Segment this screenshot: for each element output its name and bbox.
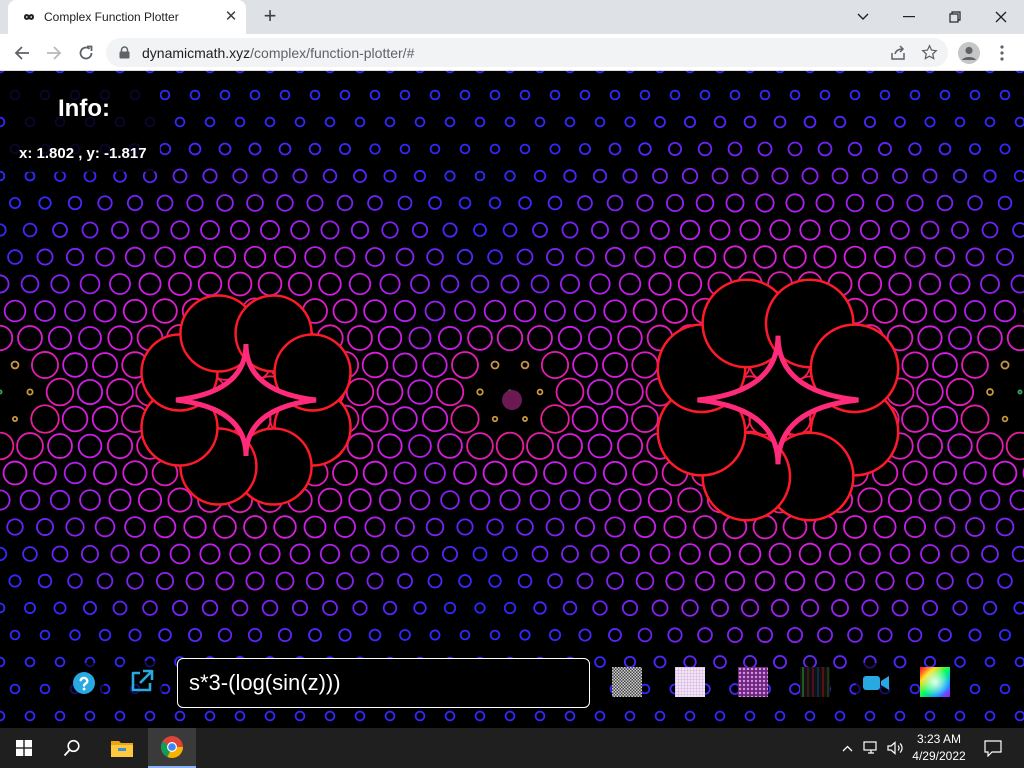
share-icon[interactable] — [890, 45, 906, 61]
video-camera-icon — [863, 676, 889, 690]
clock-time: 3:23 AM — [916, 732, 962, 746]
restore-icon[interactable] — [932, 0, 978, 34]
network-icon[interactable] — [860, 728, 882, 768]
texture-light-pink-grid-swatch[interactable] — [675, 667, 705, 697]
external-link-icon — [131, 669, 154, 692]
url-text: dynamicmath.xyz/complex/function-plotter… — [142, 45, 414, 61]
texture-grey-checker-swatch[interactable] — [612, 667, 642, 697]
minimize-icon[interactable] — [886, 0, 932, 34]
notification-icon[interactable] — [976, 728, 1010, 768]
back-arrow-icon[interactable] — [8, 39, 36, 67]
menu-kebab-icon[interactable] — [988, 39, 1016, 67]
browser-titlebar: Complex Function Plotter ✕ + — [0, 0, 1024, 34]
chrome-taskbar-icon[interactable] — [148, 728, 196, 768]
bookmark-star-icon[interactable] — [921, 44, 938, 61]
url-path: /complex/function-plotter/# — [250, 45, 415, 61]
control-bar — [60, 655, 965, 711]
info-panel: Info: x: 1.802 , y: -1.817 — [8, 80, 160, 172]
tab-close-icon[interactable]: ✕ — [222, 8, 240, 26]
browser-toolbar: dynamicmath.xyz/complex/function-plotter… — [0, 34, 1024, 71]
infinity-icon — [23, 14, 35, 20]
cursor-coordinates: x: 1.802 , y: -1.817 — [19, 145, 147, 162]
clock-date: 4/29/2022 — [912, 749, 966, 763]
address-bar[interactable]: dynamicmath.xyz/complex/function-plotter… — [106, 38, 948, 67]
browser-tab[interactable]: Complex Function Plotter ✕ — [8, 0, 246, 34]
function-input[interactable] — [177, 658, 590, 708]
lock-icon — [119, 46, 130, 59]
chevron-up-icon[interactable] — [838, 728, 856, 768]
tab-search-icon[interactable] — [840, 0, 886, 34]
forward-arrow-icon[interactable] — [40, 39, 68, 67]
color-wheel-swatch[interactable] — [920, 667, 950, 697]
new-tab-button[interactable]: + — [258, 5, 282, 29]
tab-title: Complex Function Plotter — [44, 10, 179, 24]
file-explorer-icon[interactable] — [98, 728, 146, 768]
system-clock[interactable]: 3:23 AM 4/29/2022 — [908, 731, 970, 765]
help-button[interactable] — [64, 663, 104, 703]
search-icon[interactable] — [48, 728, 96, 768]
close-window-icon[interactable] — [978, 0, 1024, 34]
windows-taskbar: 3:23 AM 4/29/2022 — [0, 728, 1024, 768]
windows-start-icon[interactable] — [0, 728, 48, 768]
reload-icon[interactable] — [72, 39, 100, 67]
texture-dark-stripes-swatch[interactable] — [800, 667, 830, 697]
url-host: dynamicmath.xyz — [142, 45, 251, 61]
video-record-button[interactable] — [856, 663, 896, 703]
profile-avatar-icon[interactable] — [955, 39, 983, 67]
help-icon — [73, 672, 95, 694]
open-external-button[interactable] — [122, 661, 162, 701]
texture-purple-weave-swatch[interactable] — [738, 667, 768, 697]
info-title: Info: — [58, 95, 110, 122]
volume-icon[interactable] — [884, 728, 906, 768]
